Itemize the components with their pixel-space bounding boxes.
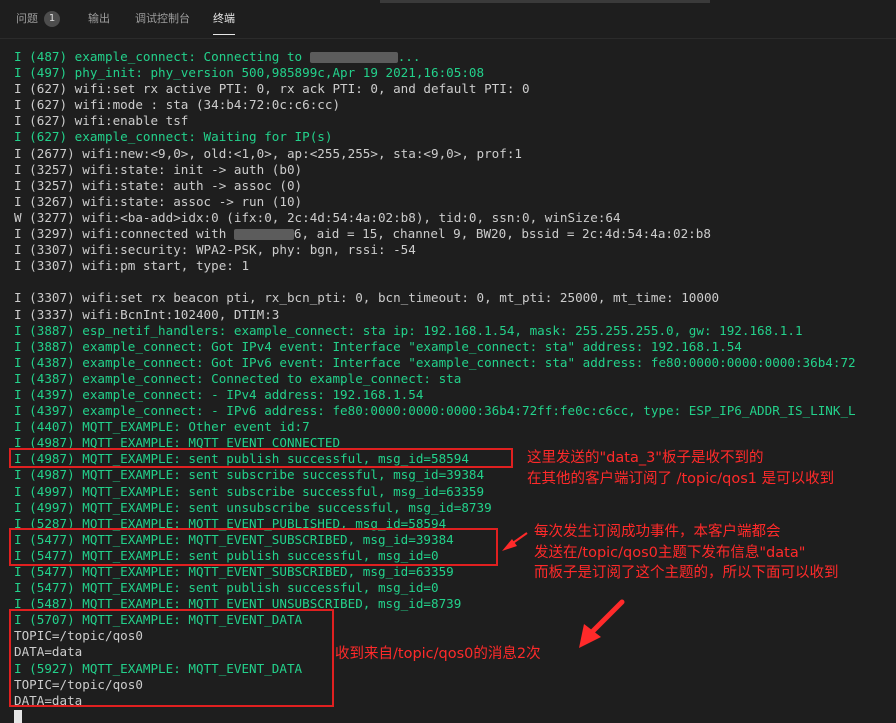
arrow-to-subscribed-box [502, 532, 528, 551]
arrow-to-data-box [579, 599, 625, 648]
annotation-arrows [502, 532, 625, 648]
